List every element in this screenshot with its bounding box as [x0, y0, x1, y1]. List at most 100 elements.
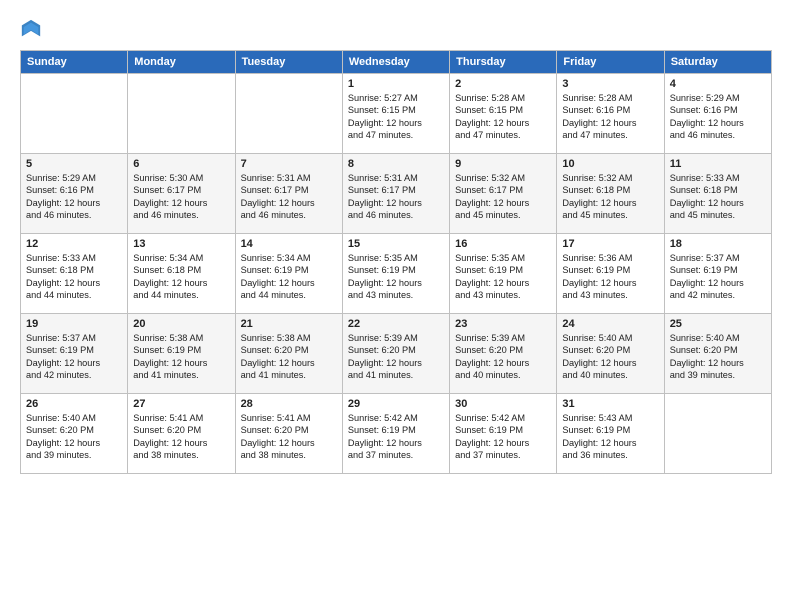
calendar-week-row: 5 Sunrise: 5:29 AM Sunset: 6:16 PM Daylig…	[21, 154, 772, 234]
day-info: Sunrise: 5:43 AM Sunset: 6:19 PM Dayligh…	[562, 412, 658, 462]
calendar-cell: 3Sunrise: 5:28 AM Sunset: 6:16 PM Daylig…	[557, 74, 664, 154]
day-info: Sunrise: 5:34 AM Sunset: 6:18 PM Dayligh…	[133, 252, 229, 302]
day-info: Sunrise: 5:40 AM Sunset: 6:20 PM Dayligh…	[26, 412, 122, 462]
calendar-cell	[128, 74, 235, 154]
day-info: Sunrise: 5:41 AM Sunset: 6:20 PM Dayligh…	[133, 412, 229, 462]
day-info: Sunrise: 5:35 AM Sunset: 6:19 PM Dayligh…	[348, 252, 444, 302]
calendar-cell: 1 Sunrise: 5:27 AM Sunset: 6:15 PM Daylig…	[342, 74, 449, 154]
day-number: 8	[348, 158, 444, 170]
day-number: 5	[26, 158, 122, 170]
day-info: Sunrise: 5:38 AM Sunset: 6:20 PM Dayligh…	[241, 332, 337, 382]
page: SundayMondayTuesdayWednesdayThursdayFrid…	[0, 0, 792, 612]
calendar-cell: 28 Sunrise: 5:41 AM Sunset: 6:20 PM Dayli…	[235, 394, 342, 474]
col-header-monday: Monday	[128, 51, 235, 74]
calendar-cell: 21 Sunrise: 5:38 AM Sunset: 6:20 PM Dayli…	[235, 314, 342, 394]
day-info: Sunrise: 5:29 AM Sunset: 6:16 PM Dayligh…	[670, 92, 766, 142]
day-number: 16	[455, 238, 551, 250]
calendar-week-row: 19 Sunrise: 5:37 AM Sunset: 6:19 PM Dayli…	[21, 314, 772, 394]
day-number: 26	[26, 398, 122, 410]
day-info: Sunrise: 5:41 AM Sunset: 6:20 PM Dayligh…	[241, 412, 337, 462]
day-number: 20	[133, 318, 229, 330]
calendar-week-row: 1 Sunrise: 5:27 AM Sunset: 6:15 PM Daylig…	[21, 74, 772, 154]
col-header-tuesday: Tuesday	[235, 51, 342, 74]
calendar-cell: 22 Sunrise: 5:39 AM Sunset: 6:20 PM Dayli…	[342, 314, 449, 394]
logo	[20, 18, 46, 40]
day-info: Sunrise: 5:36 AM Sunset: 6:19 PM Dayligh…	[562, 252, 658, 302]
calendar-cell: 9 Sunrise: 5:32 AM Sunset: 6:17 PM Daylig…	[450, 154, 557, 234]
day-number: 27	[133, 398, 229, 410]
day-info: Sunrise: 5:39 AM Sunset: 6:20 PM Dayligh…	[455, 332, 551, 382]
calendar-cell: 13Sunrise: 5:34 AM Sunset: 6:18 PM Dayli…	[128, 234, 235, 314]
calendar-cell: 6 Sunrise: 5:30 AM Sunset: 6:17 PM Daylig…	[128, 154, 235, 234]
day-number: 18	[670, 238, 766, 250]
day-info: Sunrise: 5:35 AM Sunset: 6:19 PM Dayligh…	[455, 252, 551, 302]
calendar-cell: 12Sunrise: 5:33 AM Sunset: 6:18 PM Dayli…	[21, 234, 128, 314]
calendar-week-row: 26 Sunrise: 5:40 AM Sunset: 6:20 PM Dayli…	[21, 394, 772, 474]
calendar-cell: 7Sunrise: 5:31 AM Sunset: 6:17 PM Daylig…	[235, 154, 342, 234]
day-info: Sunrise: 5:42 AM Sunset: 6:19 PM Dayligh…	[455, 412, 551, 462]
calendar-cell: 4 Sunrise: 5:29 AM Sunset: 6:16 PM Daylig…	[664, 74, 771, 154]
calendar-header-row: SundayMondayTuesdayWednesdayThursdayFrid…	[21, 51, 772, 74]
calendar-cell: 31 Sunrise: 5:43 AM Sunset: 6:19 PM Dayli…	[557, 394, 664, 474]
calendar-cell: 20 Sunrise: 5:38 AM Sunset: 6:19 PM Dayli…	[128, 314, 235, 394]
calendar-cell: 10 Sunrise: 5:32 AM Sunset: 6:18 PM Dayli…	[557, 154, 664, 234]
day-info: Sunrise: 5:31 AM Sunset: 6:17 PM Dayligh…	[348, 172, 444, 222]
day-info: Sunrise: 5:37 AM Sunset: 6:19 PM Dayligh…	[26, 332, 122, 382]
header	[20, 18, 772, 40]
calendar-cell: 30 Sunrise: 5:42 AM Sunset: 6:19 PM Dayli…	[450, 394, 557, 474]
calendar-cell: 11Sunrise: 5:33 AM Sunset: 6:18 PM Dayli…	[664, 154, 771, 234]
calendar-cell: 2Sunrise: 5:28 AM Sunset: 6:15 PM Daylig…	[450, 74, 557, 154]
day-info: Sunrise: 5:39 AM Sunset: 6:20 PM Dayligh…	[348, 332, 444, 382]
calendar-cell: 24Sunrise: 5:40 AM Sunset: 6:20 PM Dayli…	[557, 314, 664, 394]
calendar-cell: 19 Sunrise: 5:37 AM Sunset: 6:19 PM Dayli…	[21, 314, 128, 394]
calendar-cell: 26 Sunrise: 5:40 AM Sunset: 6:20 PM Dayli…	[21, 394, 128, 474]
calendar-cell: 5 Sunrise: 5:29 AM Sunset: 6:16 PM Daylig…	[21, 154, 128, 234]
day-number: 9	[455, 158, 551, 170]
day-number: 12	[26, 238, 122, 250]
calendar-week-row: 12Sunrise: 5:33 AM Sunset: 6:18 PM Dayli…	[21, 234, 772, 314]
day-info: Sunrise: 5:30 AM Sunset: 6:17 PM Dayligh…	[133, 172, 229, 222]
col-header-thursday: Thursday	[450, 51, 557, 74]
calendar-cell	[235, 74, 342, 154]
logo-icon	[20, 18, 42, 40]
day-number: 6	[133, 158, 229, 170]
day-info: Sunrise: 5:37 AM Sunset: 6:19 PM Dayligh…	[670, 252, 766, 302]
day-info: Sunrise: 5:32 AM Sunset: 6:17 PM Dayligh…	[455, 172, 551, 222]
day-number: 19	[26, 318, 122, 330]
day-number: 23	[455, 318, 551, 330]
calendar-cell: 18 Sunrise: 5:37 AM Sunset: 6:19 PM Dayli…	[664, 234, 771, 314]
col-header-saturday: Saturday	[664, 51, 771, 74]
day-number: 21	[241, 318, 337, 330]
day-number: 1	[348, 78, 444, 90]
calendar-cell: 29Sunrise: 5:42 AM Sunset: 6:19 PM Dayli…	[342, 394, 449, 474]
day-info: Sunrise: 5:32 AM Sunset: 6:18 PM Dayligh…	[562, 172, 658, 222]
day-info: Sunrise: 5:34 AM Sunset: 6:19 PM Dayligh…	[241, 252, 337, 302]
calendar-cell: 27 Sunrise: 5:41 AM Sunset: 6:20 PM Dayli…	[128, 394, 235, 474]
day-info: Sunrise: 5:27 AM Sunset: 6:15 PM Dayligh…	[348, 92, 444, 142]
day-info: Sunrise: 5:28 AM Sunset: 6:16 PM Dayligh…	[562, 92, 658, 142]
calendar-table: SundayMondayTuesdayWednesdayThursdayFrid…	[20, 50, 772, 474]
day-number: 4	[670, 78, 766, 90]
calendar-cell: 15 Sunrise: 5:35 AM Sunset: 6:19 PM Dayli…	[342, 234, 449, 314]
calendar-cell: 14 Sunrise: 5:34 AM Sunset: 6:19 PM Dayli…	[235, 234, 342, 314]
day-number: 15	[348, 238, 444, 250]
day-number: 11	[670, 158, 766, 170]
day-info: Sunrise: 5:29 AM Sunset: 6:16 PM Dayligh…	[26, 172, 122, 222]
calendar-cell: 8 Sunrise: 5:31 AM Sunset: 6:17 PM Daylig…	[342, 154, 449, 234]
day-info: Sunrise: 5:40 AM Sunset: 6:20 PM Dayligh…	[562, 332, 658, 382]
day-number: 31	[562, 398, 658, 410]
day-number: 14	[241, 238, 337, 250]
calendar-cell: 16 Sunrise: 5:35 AM Sunset: 6:19 PM Dayli…	[450, 234, 557, 314]
col-header-wednesday: Wednesday	[342, 51, 449, 74]
day-number: 30	[455, 398, 551, 410]
day-number: 25	[670, 318, 766, 330]
calendar-cell: 23 Sunrise: 5:39 AM Sunset: 6:20 PM Dayli…	[450, 314, 557, 394]
day-info: Sunrise: 5:28 AM Sunset: 6:15 PM Dayligh…	[455, 92, 551, 142]
day-info: Sunrise: 5:31 AM Sunset: 6:17 PM Dayligh…	[241, 172, 337, 222]
day-info: Sunrise: 5:40 AM Sunset: 6:20 PM Dayligh…	[670, 332, 766, 382]
day-number: 28	[241, 398, 337, 410]
day-number: 10	[562, 158, 658, 170]
day-info: Sunrise: 5:38 AM Sunset: 6:19 PM Dayligh…	[133, 332, 229, 382]
day-number: 17	[562, 238, 658, 250]
day-number: 22	[348, 318, 444, 330]
